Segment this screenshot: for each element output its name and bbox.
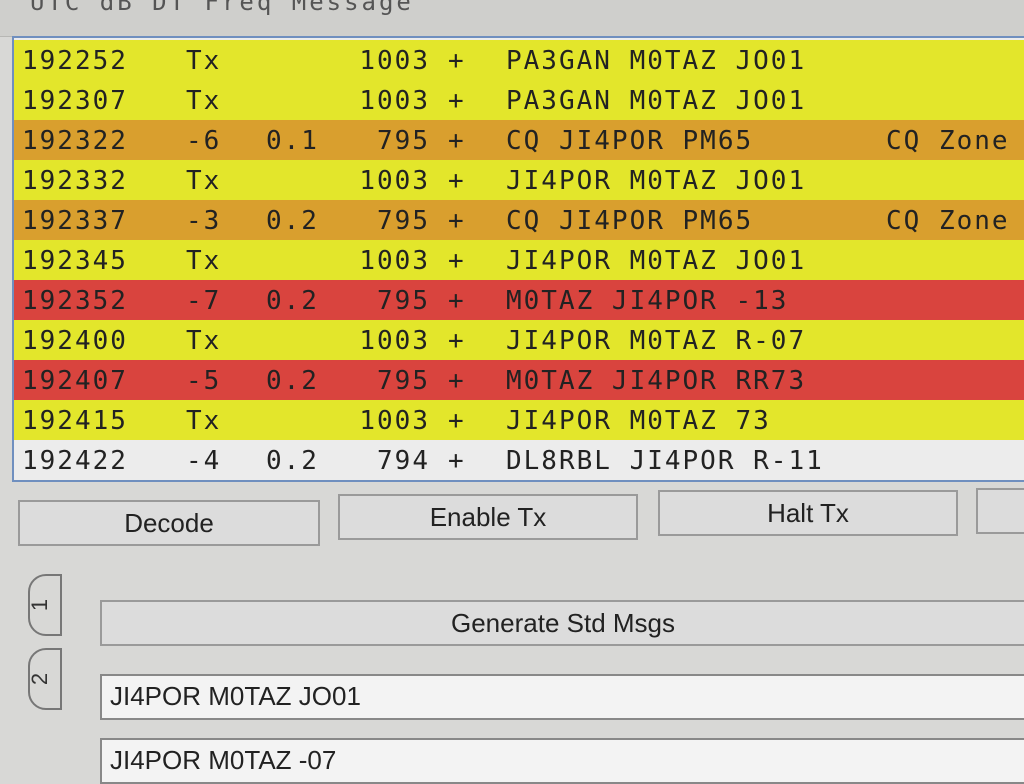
decode-db: Tx	[186, 406, 222, 436]
decode-row[interactable]: 192307 Tx 1003 + PA3GAN M0TAZ JO01	[14, 80, 1024, 120]
decode-message: JI4POR M0TAZ JO01	[506, 246, 807, 276]
band-activity-list[interactable]: 192252 Tx 1003 + PA3GAN M0TAZ JO01 192307 Tx 10…	[12, 36, 1024, 482]
decode-time: 192352	[22, 286, 128, 316]
decode-time: 192252	[22, 46, 128, 76]
decode-freq: 1003	[359, 406, 430, 436]
decode-freq: 1003	[359, 86, 430, 116]
generate-std-msgs-button[interactable]: Generate Std Msgs	[100, 600, 1024, 646]
decode-freq: 795	[377, 126, 430, 156]
decode-db: Tx	[186, 246, 222, 276]
decode-mode: +	[448, 406, 466, 436]
decode-row[interactable]: 192252 Tx 1003 + PA3GAN M0TAZ JO01	[14, 40, 1024, 80]
decode-time: 192400	[22, 326, 128, 356]
tab-1[interactable]: 1	[27, 574, 62, 636]
decode-db: Tx	[186, 166, 222, 196]
decode-row[interactable]: 192322 -6 0.1 795 + CQ JI4POR PM65 CQ Zone	[14, 120, 1024, 160]
tx2-message-field[interactable]: JI4POR M0TAZ -07	[100, 738, 1024, 784]
decode-row[interactable]: 192337 -3 0.2 795 + CQ JI4POR PM65 CQ Zone	[14, 200, 1024, 240]
tab-2-label: 2	[27, 672, 53, 686]
decode-dt: 0.2	[266, 286, 319, 316]
decode-message: M0TAZ JI4POR RR73	[506, 366, 807, 396]
decode-mode: +	[448, 46, 466, 76]
decode-freq: 1003	[359, 326, 430, 356]
decode-time: 192415	[22, 406, 128, 436]
decode-dt: 0.2	[266, 206, 319, 236]
decode-row[interactable]: 192407 -5 0.2 795 + M0TAZ JI4POR RR73	[14, 360, 1024, 400]
decode-mode: +	[448, 126, 466, 156]
decode-message: CQ JI4POR PM65	[506, 206, 754, 236]
decode-mode: +	[448, 246, 466, 276]
tab-1-label: 1	[27, 598, 53, 612]
decode-time: 192332	[22, 166, 128, 196]
decode-row[interactable]: 192352 -7 0.2 795 + M0TAZ JI4POR -13	[14, 280, 1024, 320]
decode-time: 192345	[22, 246, 128, 276]
decode-note: CQ Zone	[886, 206, 1010, 236]
decode-message: JI4POR M0TAZ 73	[506, 406, 771, 436]
decode-mode: +	[448, 446, 466, 476]
decode-dt: 0.2	[266, 366, 319, 396]
column-header-bar: UTC dB DT Freq Message	[0, 0, 1024, 37]
decode-message: PA3GAN M0TAZ JO01	[506, 46, 807, 76]
decode-time: 192407	[22, 366, 128, 396]
decode-note: CQ Zone	[886, 126, 1010, 156]
decode-row[interactable]: 192415 Tx 1003 + JI4POR M0TAZ 73	[14, 400, 1024, 440]
decode-db: -3	[186, 206, 222, 236]
decode-message: JI4POR M0TAZ JO01	[506, 166, 807, 196]
decode-time: 192337	[22, 206, 128, 236]
decode-db: Tx	[186, 326, 222, 356]
decode-dt: 0.2	[266, 446, 319, 476]
enable-tx-button[interactable]: Enable Tx	[338, 494, 638, 540]
decode-message: DL8RBL JI4POR R-11	[506, 446, 824, 476]
decode-freq: 795	[377, 366, 430, 396]
decode-freq: 1003	[359, 46, 430, 76]
decode-message: M0TAZ JI4POR -13	[506, 286, 789, 316]
decode-freq: 1003	[359, 166, 430, 196]
decode-row[interactable]: 192422 -4 0.2 794 + DL8RBL JI4POR R-11	[14, 440, 1024, 480]
decode-db: Tx	[186, 86, 222, 116]
decode-mode: +	[448, 86, 466, 116]
decode-message: JI4POR M0TAZ R-07	[506, 326, 807, 356]
decode-db: -4	[186, 446, 222, 476]
decode-db: -6	[186, 126, 222, 156]
decode-message: PA3GAN M0TAZ JO01	[506, 86, 807, 116]
decode-mode: +	[448, 326, 466, 356]
column-headers: UTC dB DT Freq Message	[30, 0, 414, 16]
decode-mode: +	[448, 206, 466, 236]
decode-time: 192322	[22, 126, 128, 156]
decode-db: -7	[186, 286, 222, 316]
decode-freq: 1003	[359, 246, 430, 276]
tab-2[interactable]: 2	[27, 648, 62, 710]
decode-mode: +	[448, 166, 466, 196]
decode-row[interactable]: 192332 Tx 1003 + JI4POR M0TAZ JO01	[14, 160, 1024, 200]
decode-db: -5	[186, 366, 222, 396]
decode-db: Tx	[186, 46, 222, 76]
decode-mode: +	[448, 366, 466, 396]
decode-freq: 795	[377, 286, 430, 316]
halt-tx-button[interactable]: Halt Tx	[658, 490, 958, 536]
decode-row[interactable]: 192345 Tx 1003 + JI4POR M0TAZ JO01	[14, 240, 1024, 280]
decode-row[interactable]: 192400 Tx 1003 + JI4POR M0TAZ R-07	[14, 320, 1024, 360]
decode-mode: +	[448, 286, 466, 316]
decode-button[interactable]: Decode	[18, 500, 320, 546]
decode-message: CQ JI4POR PM65	[506, 126, 754, 156]
decode-freq: 795	[377, 206, 430, 236]
decode-time: 192422	[22, 446, 128, 476]
decode-time: 192307	[22, 86, 128, 116]
partial-button[interactable]	[976, 488, 1024, 534]
tx1-message-field[interactable]: JI4POR M0TAZ JO01	[100, 674, 1024, 720]
decode-dt: 0.1	[266, 126, 319, 156]
decode-freq: 794	[377, 446, 430, 476]
message-tabs: 1 2	[20, 570, 68, 720]
